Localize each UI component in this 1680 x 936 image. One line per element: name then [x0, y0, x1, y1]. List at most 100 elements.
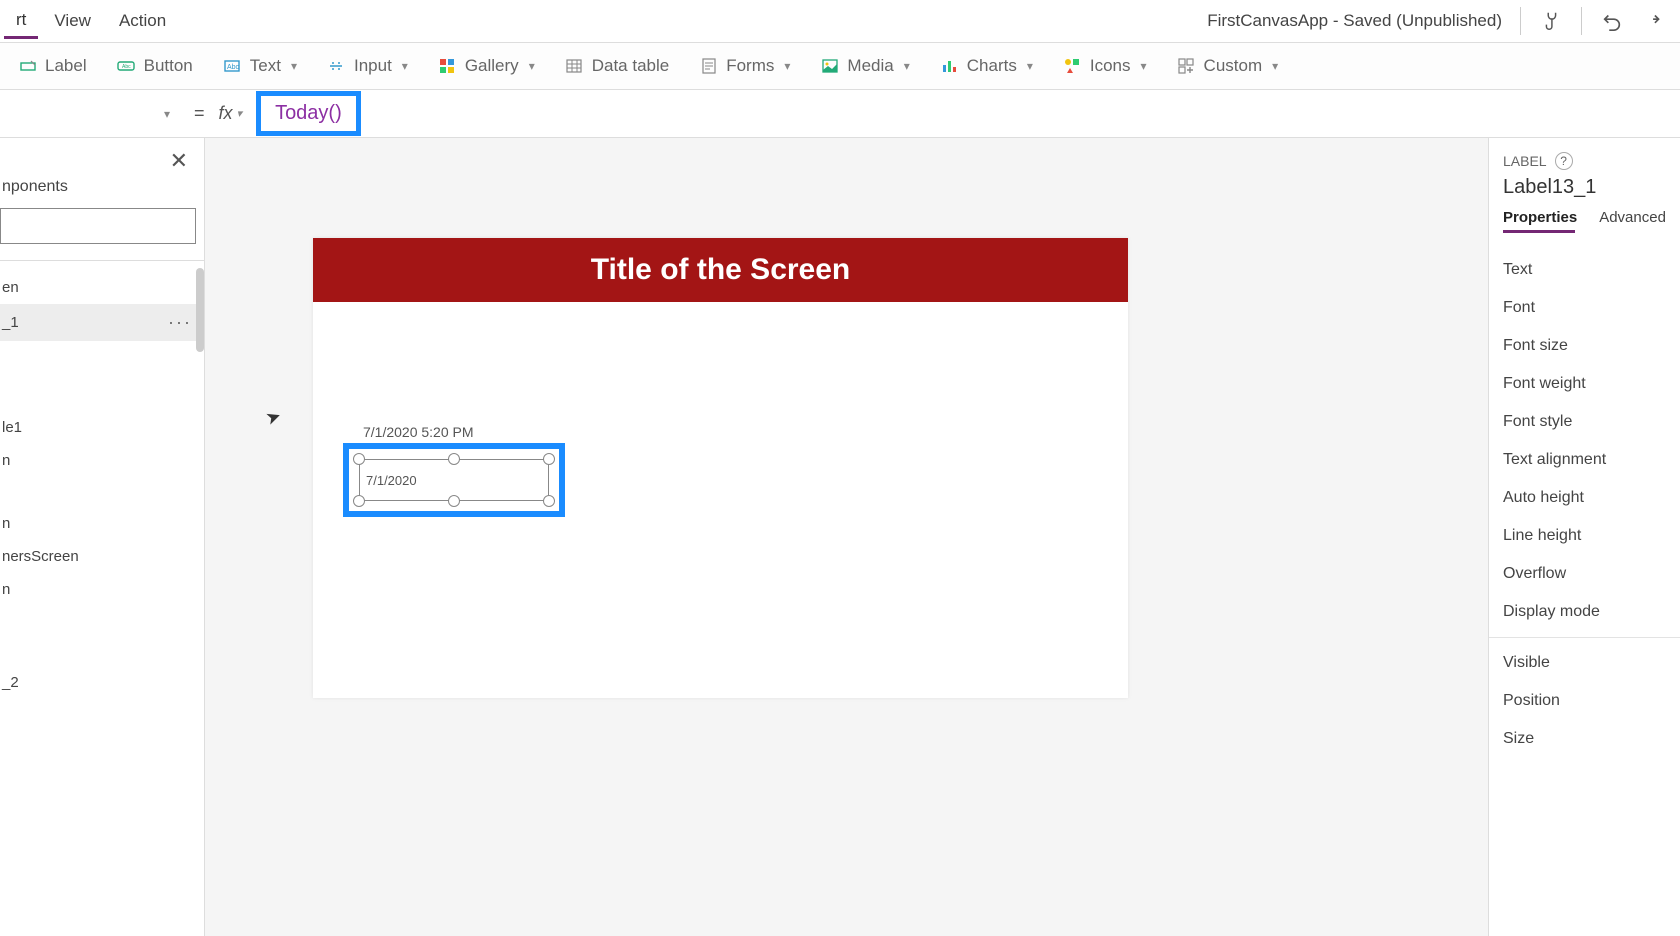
toolbar-divider	[1581, 7, 1582, 35]
prop-row-font-style[interactable]: Font style	[1503, 403, 1668, 441]
tree-item-label: _2	[2, 674, 19, 691]
top-menu-bar: rt View Action FirstCanvasApp - Saved (U…	[0, 0, 1680, 43]
tree-item-label: nersScreen	[2, 548, 79, 565]
properties-panel: LABEL ? Label13_1 Properties Advanced Te…	[1488, 138, 1680, 936]
resize-handle[interactable]	[353, 453, 365, 465]
input-icon	[327, 57, 346, 76]
canvas-label-selected[interactable]: 7/1/2020	[359, 459, 549, 501]
screen-title-bar: Title of the Screen	[313, 238, 1128, 302]
fx-button[interactable]: fx▾	[219, 103, 249, 124]
tree-item[interactable]: n	[0, 573, 204, 606]
chevron-down-icon: ▾	[529, 59, 535, 73]
formula-equals: =	[180, 103, 219, 124]
tab-properties[interactable]: Properties	[1503, 209, 1577, 226]
redo-icon[interactable]	[1642, 9, 1666, 33]
ribbon-datatable-text: Data table	[592, 56, 670, 76]
ribbon-text[interactable]: Abc Text ▾	[219, 52, 301, 80]
ribbon-custom[interactable]: Custom ▾	[1173, 52, 1283, 80]
tree-item[interactable]: _2	[0, 666, 204, 699]
tree-item[interactable]: en	[0, 271, 204, 304]
resize-handle[interactable]	[353, 495, 365, 507]
chevron-down-icon: ▾	[402, 59, 408, 73]
app-checker-icon[interactable]	[1539, 9, 1563, 33]
resize-handle[interactable]	[448, 453, 460, 465]
help-icon[interactable]: ?	[1555, 152, 1573, 170]
formula-input[interactable]: Today()	[256, 91, 361, 136]
ribbon-label[interactable]: Label	[14, 52, 91, 80]
resize-handle[interactable]	[543, 495, 555, 507]
custom-icon	[1177, 57, 1196, 76]
app-screen[interactable]: Title of the Screen 7/1/2020 5:20 PM 7/1…	[313, 238, 1128, 698]
selected-control-highlight: 7/1/2020	[343, 443, 565, 517]
tab-underline	[1503, 230, 1575, 233]
fx-label: fx	[219, 103, 233, 124]
canvas-label-static[interactable]: 7/1/2020 5:20 PM	[363, 424, 474, 440]
prop-row-font[interactable]: Font	[1503, 289, 1668, 327]
tree-item[interactable]: n	[0, 507, 204, 540]
chevron-down-icon: ▾	[1272, 59, 1278, 73]
resize-handle[interactable]	[543, 453, 555, 465]
ribbon-media-text: Media	[847, 56, 893, 76]
ribbon-gallery[interactable]: Gallery ▾	[434, 52, 539, 80]
prop-row-display-mode[interactable]: Display mode	[1503, 593, 1668, 631]
prop-row-font-weight[interactable]: Font weight	[1503, 365, 1668, 403]
charts-icon	[940, 57, 959, 76]
ribbon-media[interactable]: Media ▾	[816, 52, 913, 80]
ribbon-charts[interactable]: Charts ▾	[936, 52, 1037, 80]
tree-tab-components[interactable]: nponents	[2, 178, 68, 195]
svg-text:Abc: Abc	[122, 64, 131, 70]
tree-item-selected[interactable]: _1 ···	[0, 304, 204, 341]
chevron-down-icon: ▾	[904, 59, 910, 73]
tree-item-label: n	[2, 452, 10, 469]
cursor-icon: ➤	[263, 405, 284, 430]
ribbon-text-text: Text	[250, 56, 281, 76]
tree-item[interactable]: nersScreen	[0, 540, 204, 573]
tree-item[interactable]: n	[0, 444, 204, 477]
tree-search-input[interactable]	[0, 208, 196, 244]
menu-item-view[interactable]: View	[42, 5, 103, 37]
close-icon[interactable]: ✕	[170, 148, 188, 174]
tree-item-label: n	[2, 515, 10, 532]
insert-ribbon: Label Abc Button Abc Text ▾ Input ▾ Gall…	[0, 43, 1680, 90]
app-title: FirstCanvasApp - Saved (Unpublished)	[1207, 11, 1520, 31]
ribbon-input[interactable]: Input ▾	[323, 52, 412, 80]
prop-row-auto-height[interactable]: Auto height	[1503, 479, 1668, 517]
prop-row-font-size[interactable]: Font size	[1503, 327, 1668, 365]
control-kind-label: LABEL	[1503, 153, 1547, 169]
prop-row-overflow[interactable]: Overflow	[1503, 555, 1668, 593]
menu-item-insert[interactable]: rt	[4, 4, 38, 39]
selected-label-text: 7/1/2020	[366, 473, 417, 488]
tree-item[interactable]: le1	[0, 411, 204, 444]
prop-row-position[interactable]: Position	[1503, 682, 1668, 720]
button-icon: Abc	[117, 57, 136, 76]
ribbon-label-text: Label	[45, 56, 87, 76]
chevron-down-icon: ▾	[164, 107, 170, 121]
canvas-area[interactable]: ➤ Title of the Screen 7/1/2020 5:20 PM 7…	[205, 138, 1488, 936]
menu-item-action[interactable]: Action	[107, 5, 178, 37]
datatable-icon	[565, 57, 584, 76]
ribbon-datatable[interactable]: Data table	[561, 52, 674, 80]
control-name[interactable]: Label13_1	[1503, 170, 1668, 209]
ribbon-charts-text: Charts	[967, 56, 1017, 76]
ribbon-icons[interactable]: Icons ▾	[1059, 52, 1151, 80]
prop-row-text-alignment[interactable]: Text alignment	[1503, 441, 1668, 479]
ribbon-button[interactable]: Abc Button	[113, 52, 197, 80]
resize-handle[interactable]	[448, 495, 460, 507]
ribbon-button-text: Button	[144, 56, 193, 76]
scrollbar-thumb[interactable]	[196, 268, 204, 352]
property-selector[interactable]: ▾	[0, 96, 180, 131]
prop-row-visible[interactable]: Visible	[1503, 644, 1668, 682]
tree-view-panel: ✕ nponents en _1 ··· le1 n n nersScreen …	[0, 138, 205, 936]
text-icon: Abc	[223, 57, 242, 76]
ribbon-input-text: Input	[354, 56, 392, 76]
ribbon-forms[interactable]: Forms ▾	[695, 52, 794, 80]
undo-icon[interactable]	[1600, 9, 1624, 33]
prop-row-line-height[interactable]: Line height	[1503, 517, 1668, 555]
icons-icon	[1063, 57, 1082, 76]
ribbon-custom-text: Custom	[1204, 56, 1263, 76]
tab-advanced[interactable]: Advanced	[1599, 209, 1666, 226]
prop-row-text[interactable]: Text	[1503, 251, 1668, 289]
ribbon-gallery-text: Gallery	[465, 56, 519, 76]
prop-row-size[interactable]: Size	[1503, 720, 1668, 758]
forms-icon	[699, 57, 718, 76]
